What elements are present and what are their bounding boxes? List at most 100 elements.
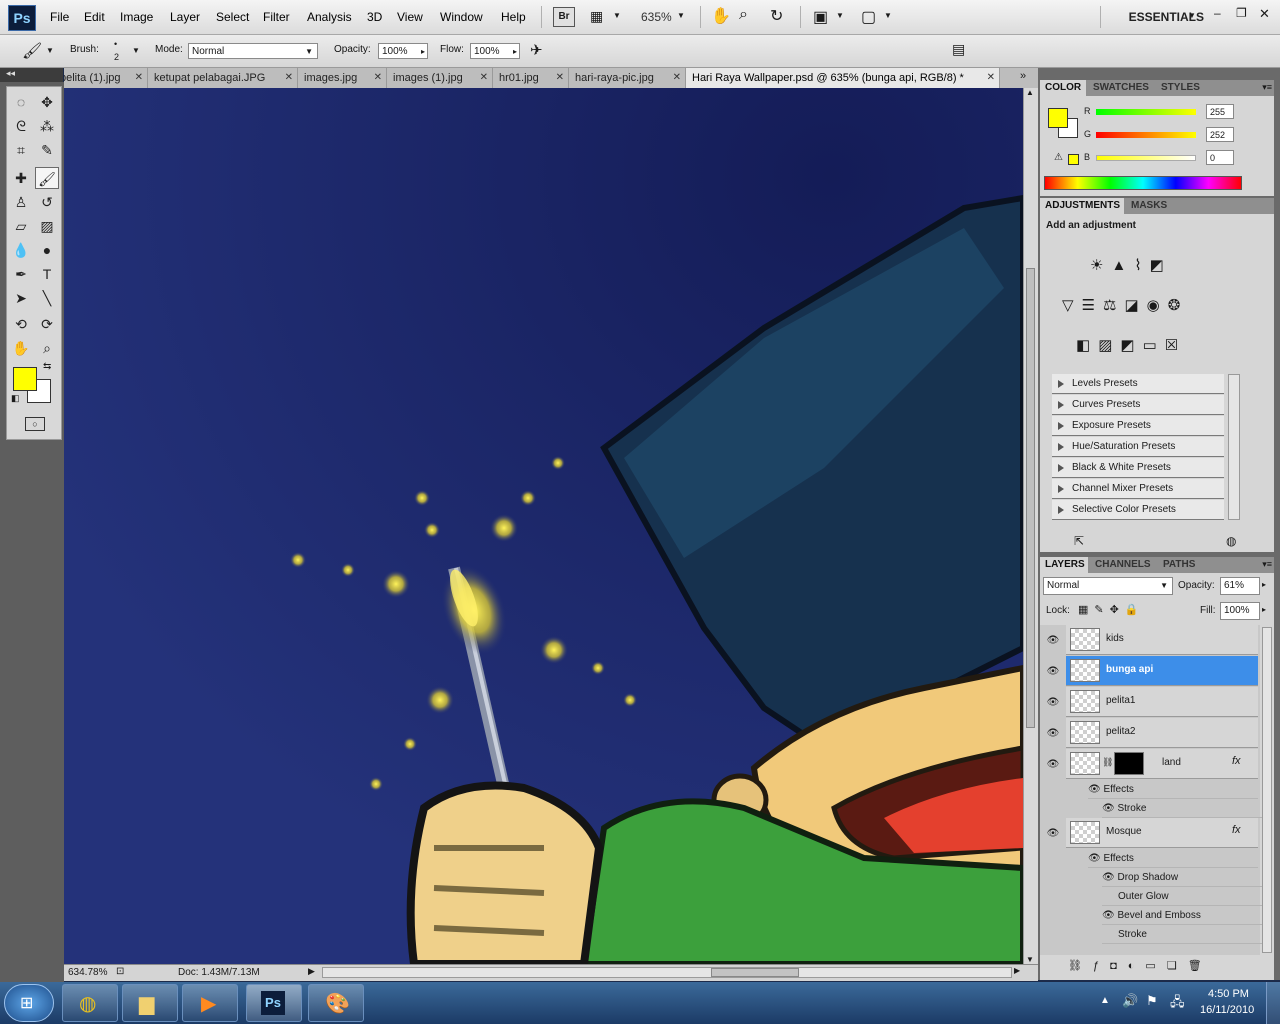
brush-size[interactable]: 2 [114, 52, 119, 62]
vibrance-icon[interactable]: ▽ [1062, 297, 1082, 314]
document-canvas[interactable] [64, 88, 1023, 964]
invert-icon[interactable]: ◧ [1076, 337, 1098, 354]
volume-icon[interactable]: 🔊 [1122, 993, 1138, 1009]
menu-image[interactable]: Image [120, 10, 153, 24]
fill-field[interactable]: 100% [1220, 602, 1260, 620]
land-stroke-row[interactable]: 👁 Stroke [1102, 799, 1272, 818]
gamut-swatch[interactable] [1068, 154, 1079, 165]
preset-channel-mixer[interactable]: Channel Mixer Presets [1052, 479, 1224, 499]
chevron-down-icon[interactable]: ▼ [613, 11, 621, 20]
menu-view[interactable]: View [397, 10, 423, 24]
preset-selective-color[interactable]: Selective Color Presets [1052, 500, 1224, 520]
gradient-tool-icon[interactable]: ▨ [35, 215, 59, 237]
tab-ketupat[interactable]: ketupat pelabagai.JPG ✕ [148, 68, 298, 88]
collapse-icon[interactable]: ◂◂ [6, 68, 15, 79]
g-slider[interactable] [1096, 132, 1196, 138]
layer-pelita2[interactable]: pelita2 [1066, 718, 1258, 748]
visibility-eye-icon[interactable]: 👁 [1046, 828, 1060, 839]
g-value-field[interactable]: 252 [1206, 127, 1234, 142]
lasso-tool-icon[interactable]: ᘓ [9, 115, 33, 137]
layer-mask-thumbnail[interactable] [1114, 752, 1144, 775]
fx-icon[interactable]: fx [1232, 824, 1241, 836]
action-center-flag-icon[interactable]: ⚑ [1146, 993, 1158, 1009]
expand-arrow-icon[interactable] [1058, 401, 1064, 409]
hue-saturation-icon[interactable]: ☰ [1082, 297, 1103, 314]
add-mask-icon[interactable]: ◘ [1110, 960, 1128, 972]
tab-styles[interactable]: STYLES [1156, 80, 1206, 96]
black-white-icon[interactable]: ◪ [1124, 297, 1146, 314]
channel-mixer-icon[interactable]: ❂ [1168, 297, 1189, 314]
chevron-right-icon[interactable]: ▸ [421, 44, 425, 60]
type-tool-icon[interactable]: T [35, 263, 59, 285]
menu-layer[interactable]: Layer [170, 10, 200, 24]
tab-channels[interactable]: CHANNELS [1090, 557, 1156, 573]
blur-tool-icon[interactable]: 💧 [9, 239, 33, 261]
brush-tool-icon[interactable]: 🖌 [22, 41, 42, 61]
mosque-stroke-row[interactable]: Stroke [1102, 925, 1272, 944]
zoom-tool-icon[interactable]: ⌕ [739, 6, 748, 24]
minimize-icon[interactable]: – [1214, 6, 1221, 20]
chevron-down-icon[interactable]: ▼ [884, 11, 892, 20]
selective-color-icon[interactable]: ☒ [1165, 337, 1186, 354]
expand-arrow-icon[interactable] [1058, 464, 1064, 472]
chevron-down-icon[interactable]: ▼ [46, 46, 54, 55]
path-selection-tool-icon[interactable]: ➤ [9, 287, 33, 309]
posterize-icon[interactable]: ▨ [1098, 337, 1120, 354]
tab-swatches[interactable]: SWATCHES [1088, 80, 1156, 96]
close-icon[interactable]: ✕ [556, 68, 564, 88]
chevron-right-icon[interactable]: ▸ [1262, 580, 1266, 589]
color-spectrum-ramp[interactable] [1044, 176, 1242, 190]
visibility-eye-icon[interactable]: 👁 [1046, 666, 1060, 677]
presets-scrollbar[interactable] [1228, 374, 1240, 520]
canvas-vertical-scrollbar[interactable]: ▲ ▼ [1023, 88, 1038, 964]
clock-date[interactable]: 16/11/2010 [1200, 1004, 1254, 1016]
mosque-drop-shadow-row[interactable]: 👁 Drop Shadow [1102, 868, 1272, 887]
tab-masks[interactable]: MASKS [1126, 198, 1172, 214]
taskbar-media-player[interactable]: ▶ [182, 984, 238, 1022]
effect-eye-icon[interactable]: 👁 [1102, 803, 1115, 814]
quick-mask-icon[interactable]: ○ [25, 417, 45, 431]
color-foreground-swatch[interactable] [1048, 108, 1068, 128]
r-value-field[interactable]: 255 [1206, 104, 1234, 119]
tab-images[interactable]: images.jpg ✕ [298, 68, 387, 88]
arrange-documents-icon[interactable]: ▣ [813, 7, 828, 27]
screen-mode-icon[interactable]: ▢ [861, 7, 876, 27]
new-group-icon[interactable]: ▭ [1145, 960, 1166, 972]
expand-arrow-icon[interactable] [1058, 443, 1064, 451]
default-colors-icon[interactable]: ◧ [11, 393, 20, 404]
levels-icon[interactable]: ▲ [1111, 257, 1134, 274]
taskbar-explorer[interactable]: ▆ [122, 984, 178, 1022]
airbrush-icon[interactable]: ✈ [530, 41, 543, 59]
tab-paths[interactable]: PATHS [1158, 557, 1202, 573]
flow-field[interactable]: 100% ▸ [470, 43, 520, 59]
color-balance-icon[interactable]: ⚖ [1103, 297, 1124, 314]
preset-levels[interactable]: Levels Presets [1052, 374, 1224, 394]
close-icon[interactable]: ✕ [374, 68, 382, 88]
exposure-icon[interactable]: ◩ [1150, 257, 1172, 274]
eyedropper-tool-icon[interactable]: ✎ [35, 139, 59, 161]
chevron-down-icon[interactable]: ▼ [836, 11, 844, 20]
scroll-down-icon[interactable]: ▼ [1026, 955, 1034, 964]
foreground-color-swatch[interactable] [13, 367, 37, 391]
clip-to-layer-icon[interactable]: ◍ [1226, 534, 1236, 548]
healing-brush-tool-icon[interactable]: ✚ [9, 167, 33, 189]
swap-colors-icon[interactable]: ⇆ [43, 361, 51, 372]
b-value-field[interactable]: 0 [1206, 150, 1234, 165]
preset-exposure[interactable]: Exposure Presets [1052, 416, 1224, 436]
close-icon[interactable]: ✕ [480, 68, 488, 88]
effect-eye-icon[interactable]: 👁 [1102, 872, 1115, 883]
hand-tool-icon[interactable]: ✋ [711, 6, 731, 26]
expand-arrow-icon[interactable] [1058, 380, 1064, 388]
history-brush-tool-icon[interactable]: ↺ [35, 191, 59, 213]
rotate-view-icon[interactable]: ↻ [770, 6, 783, 26]
visibility-eye-icon[interactable]: 👁 [1046, 728, 1060, 739]
tab-pelita[interactable]: pelita (1).jpg ✕ [64, 68, 148, 88]
mosque-effects-row[interactable]: 👁 Effects [1088, 849, 1258, 868]
view-extras-icon[interactable]: ▦ [590, 8, 603, 25]
visibility-eye-icon[interactable]: 👁 [1046, 635, 1060, 646]
line-tool-icon[interactable]: ╲ [35, 287, 59, 309]
hand-tool-icon[interactable]: ✋ [9, 337, 33, 359]
network-icon[interactable]: 🖧 [1170, 993, 1185, 1015]
mosque-outer-glow-row[interactable]: Outer Glow [1102, 887, 1272, 906]
tab-hari-raya-pic[interactable]: hari-raya-pic.jpg ✕ [569, 68, 686, 88]
